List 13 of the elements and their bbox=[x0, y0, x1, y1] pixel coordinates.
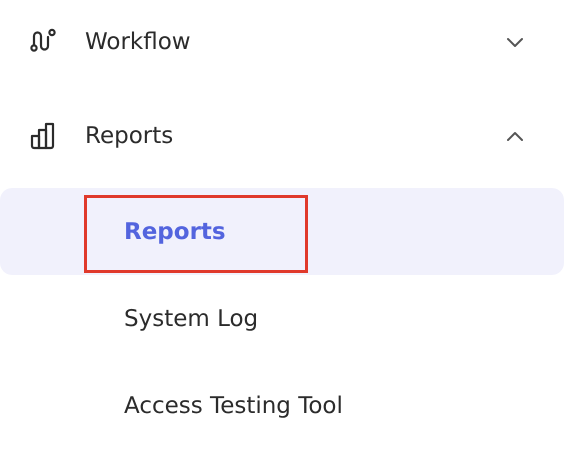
menu-group[interactable]: Reports bbox=[0, 89, 564, 183]
chevron-icon bbox=[506, 36, 524, 48]
submenu-item[interactable]: Reports bbox=[0, 188, 564, 275]
submenu-label: Access Testing Tool bbox=[124, 392, 343, 418]
menu-group[interactable]: Workflow bbox=[0, 0, 564, 89]
submenu-label: System Log bbox=[124, 306, 258, 332]
submenu-item[interactable]: Access Testing Tool bbox=[0, 362, 564, 449]
menu-label: Workflow bbox=[85, 29, 192, 55]
bar-chart-icon bbox=[29, 122, 57, 150]
submenu-label: Reports bbox=[124, 218, 226, 244]
chevron-icon bbox=[506, 130, 524, 142]
menu-label: Reports bbox=[85, 123, 174, 149]
submenu-item[interactable]: System Log bbox=[0, 275, 564, 362]
